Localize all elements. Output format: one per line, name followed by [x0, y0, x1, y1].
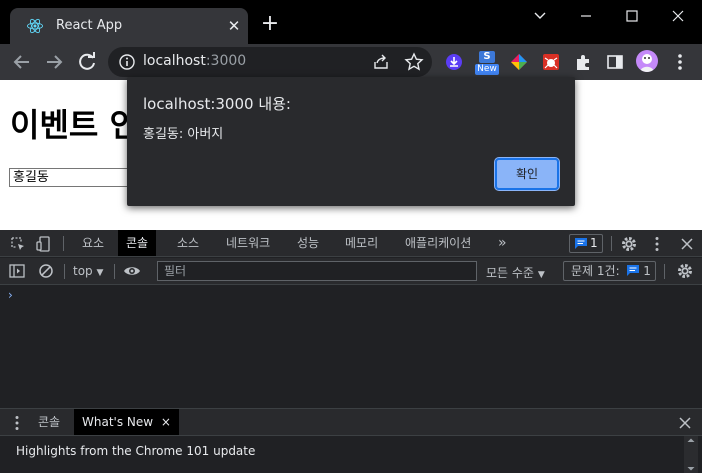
- issues-button[interactable]: 문제 1건: 1: [563, 261, 656, 281]
- scrollbar-arrows-icon: [687, 438, 695, 471]
- devtools-close-icon[interactable]: [678, 235, 696, 253]
- tab-search-icon[interactable]: [528, 6, 552, 26]
- message-icon: [575, 238, 587, 249]
- drawer-tab-whats-new-label: What's New: [82, 415, 154, 429]
- issue-message-icon: [627, 265, 640, 276]
- toolbar-divider: [63, 236, 64, 251]
- drawer-tab-console[interactable]: 콘솔: [30, 409, 68, 435]
- toolbar-divider: [664, 264, 665, 279]
- chrome-menu-icon[interactable]: [670, 52, 690, 72]
- whats-new-headline: Highlights from the Chrome 101 update: [16, 444, 256, 458]
- console-toolbar: top ▼ 필터 모든 수준 ▼ 문제 1건: 1: [0, 258, 702, 285]
- minimize-icon[interactable]: [574, 6, 598, 26]
- maximize-icon[interactable]: [620, 6, 644, 26]
- bookmark-star-icon[interactable]: [404, 52, 424, 72]
- messages-badge[interactable]: 1: [569, 234, 603, 253]
- avatar-face-icon: [640, 54, 654, 72]
- devtools-tab-bar: 요소 콘솔 소스 네트워크 성능 메모리 애플리케이션 » 1: [0, 230, 702, 257]
- context-value: top: [73, 264, 93, 278]
- drawer-tab-close-icon[interactable]: ×: [161, 415, 171, 429]
- devtools-menu-icon[interactable]: [648, 235, 666, 253]
- url-host: localhost: [143, 53, 206, 69]
- extension-s-glyph: S: [479, 51, 495, 63]
- log-levels-select[interactable]: 모든 수준 ▼: [486, 264, 545, 281]
- tab-sources[interactable]: 소스: [169, 230, 207, 256]
- forward-arrow-icon[interactable]: [42, 50, 66, 74]
- toolbar-divider: [114, 264, 115, 279]
- react-icon: [27, 18, 43, 34]
- puzzle-icon[interactable]: [573, 52, 593, 72]
- tab-network[interactable]: 네트워크: [218, 230, 278, 256]
- site-info-icon[interactable]: [118, 53, 136, 71]
- tab-react-app[interactable]: React App ✕: [10, 8, 248, 44]
- tab-elements[interactable]: 요소: [74, 230, 112, 256]
- bug-extension-icon[interactable]: [541, 52, 561, 72]
- messages-count: 1: [590, 236, 598, 250]
- name-input[interactable]: 홍길동: [9, 168, 144, 187]
- url-text: localhost:3000: [143, 53, 246, 69]
- profile-avatar[interactable]: [636, 50, 658, 72]
- drawer-tab-bar: 콘솔 What's New ×: [0, 408, 702, 436]
- side-panel-icon[interactable]: [605, 52, 625, 72]
- drawer-scrollbar[interactable]: [684, 436, 698, 473]
- drawer-menu-icon[interactable]: [8, 414, 26, 432]
- alert-ok-button[interactable]: 확인: [494, 157, 560, 191]
- tab-close-icon[interactable]: ✕: [224, 16, 244, 36]
- log-levels-label: 모든 수준: [486, 266, 534, 280]
- address-bar[interactable]: localhost:3000: [108, 47, 432, 77]
- color-extension-icon[interactable]: [509, 52, 529, 72]
- new-tab-button[interactable]: +: [260, 13, 280, 35]
- alert-message: 홍길동: 아버지: [143, 127, 224, 142]
- toolbar-divider: [64, 264, 65, 279]
- tab-memory[interactable]: 메모리: [337, 230, 386, 256]
- tab-console[interactable]: 콘솔: [118, 230, 157, 256]
- settings-gear-icon[interactable]: [620, 235, 638, 253]
- console-prompt[interactable]: ›: [8, 288, 13, 302]
- device-toolbar-icon[interactable]: [35, 235, 53, 253]
- drawer-close-icon[interactable]: [676, 414, 694, 432]
- inspect-element-icon[interactable]: [9, 235, 27, 253]
- drawer-tab-whats-new[interactable]: What's New ×: [74, 409, 179, 435]
- issues-count: 1: [643, 264, 651, 278]
- back-arrow-icon[interactable]: [10, 50, 34, 74]
- alert-title: localhost:3000 내용:: [143, 95, 291, 113]
- reload-icon[interactable]: [75, 50, 99, 74]
- more-tabs-button[interactable]: »: [490, 230, 515, 256]
- tab-title: React App: [56, 18, 123, 33]
- alert-dialog: localhost:3000 내용: 홍길동: 아버지 확인: [127, 77, 575, 206]
- download-extension-icon[interactable]: [444, 52, 464, 72]
- new-badge: New: [475, 64, 499, 75]
- console-output[interactable]: ›: [0, 286, 702, 408]
- context-select[interactable]: top ▼: [73, 264, 103, 278]
- url-port: :3000: [205, 53, 247, 69]
- new-extension-icon[interactable]: S New: [475, 50, 499, 76]
- window-close-icon[interactable]: [666, 6, 690, 26]
- live-expression-eye-icon[interactable]: [123, 262, 141, 280]
- dropdown-arrow-icon: ▼: [537, 270, 545, 280]
- share-icon[interactable]: [372, 53, 390, 71]
- clear-console-icon[interactable]: [37, 262, 55, 280]
- tab-application[interactable]: 애플리케이션: [397, 230, 479, 256]
- devtools-panel: 요소 콘솔 소스 네트워크 성능 메모리 애플리케이션 » 1 top ▼ 필터…: [0, 230, 702, 473]
- console-settings-gear-icon[interactable]: [676, 262, 694, 280]
- issues-label: 문제 1건:: [571, 264, 620, 278]
- filter-input[interactable]: 필터: [157, 261, 477, 281]
- toolbar-divider: [611, 236, 612, 251]
- browser-toolbar: localhost:3000 S New: [0, 44, 702, 80]
- whats-new-panel: Highlights from the Chrome 101 update: [0, 436, 702, 473]
- browser-window: React App ✕ + localhost:3000 S New 이벤트 인…: [0, 0, 702, 473]
- page-heading: 이벤트 인: [10, 106, 139, 144]
- sidebar-toggle-icon[interactable]: [8, 262, 26, 280]
- tab-strip: React App ✕ +: [0, 0, 702, 44]
- dropdown-arrow-icon: ▼: [96, 268, 104, 278]
- tab-performance[interactable]: 성능: [289, 230, 327, 256]
